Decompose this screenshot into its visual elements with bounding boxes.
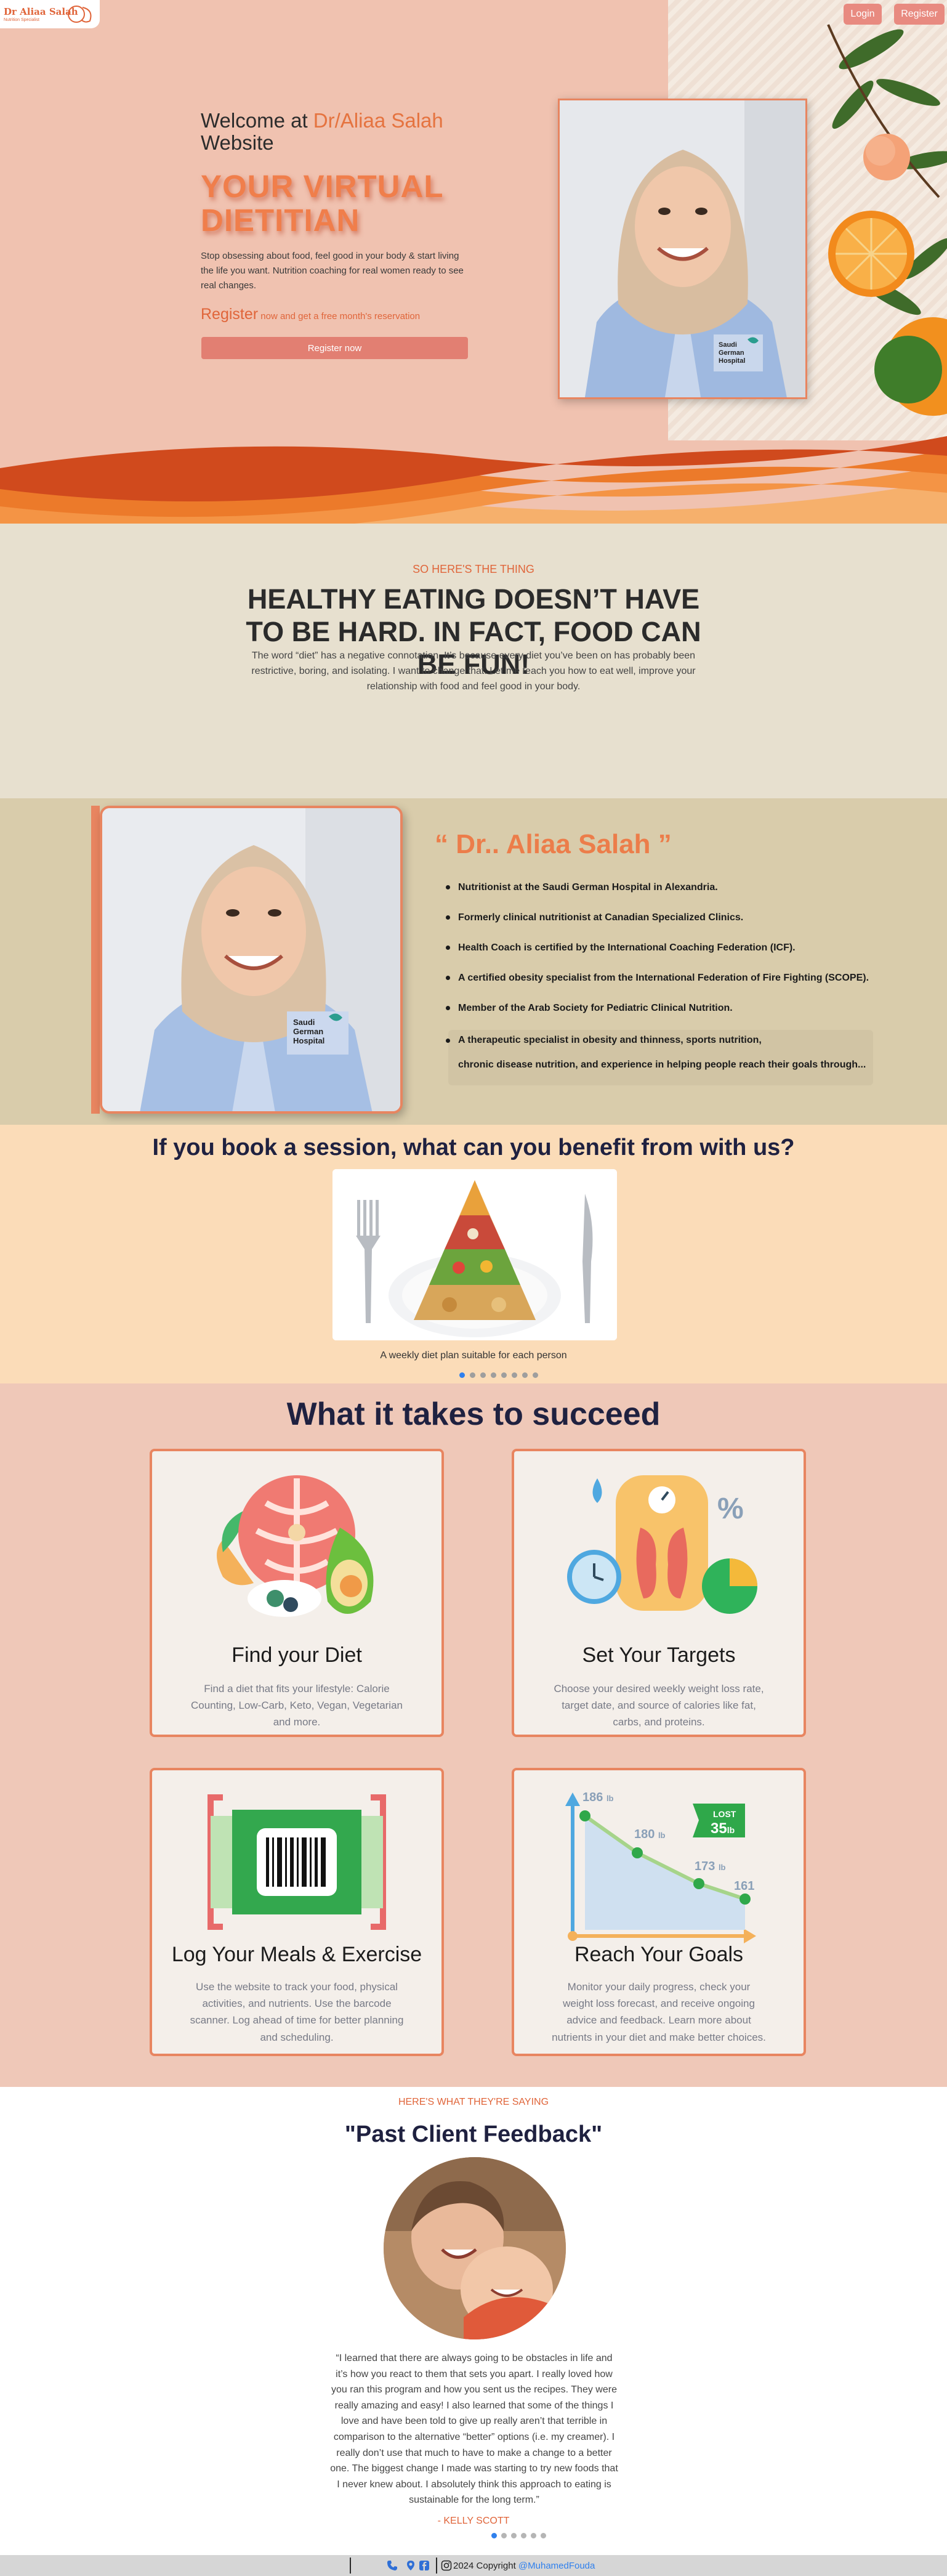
carousel-dot[interactable] xyxy=(491,1372,496,1378)
author-link[interactable]: @MuhamedFouda xyxy=(518,2561,595,2571)
phone-icon[interactable] xyxy=(387,2560,398,2571)
testimonial-section: HERE'S WHAT THEY'RE SAYING "Past Client … xyxy=(0,2087,947,2555)
card-title: Find your Diet xyxy=(232,1643,362,1667)
testimonial-kicker: HERE'S WHAT THEY'RE SAYING xyxy=(398,2097,549,2107)
svg-text:180 lb: 180 lb xyxy=(634,1828,666,1841)
barcode-scanner-illustration xyxy=(208,1794,386,1930)
register-offer: Register now and get a free month's rese… xyxy=(201,306,421,323)
testimonial-author: - KELLY SCOTT xyxy=(437,2516,510,2526)
hero-description: Stop obsessing about food, feel good in … xyxy=(201,251,464,291)
hero-title: YOUR VIRTUAL DIETITIAN xyxy=(201,169,444,238)
feature-card-find-diet: Find your Diet Find a diet that fits you… xyxy=(150,1449,444,1737)
client-avatar xyxy=(384,2157,566,2339)
card-title: Reach Your Goals xyxy=(574,1943,744,1966)
carousel-dot[interactable] xyxy=(531,2533,536,2538)
credential-item: A therapeutic specialist in obesity and … xyxy=(446,1035,762,1045)
credentials-list: Nutritionist at the Saudi German Hospita… xyxy=(443,872,874,1023)
benefits-carousel-indicators xyxy=(459,1372,538,1378)
about-section: Saudi German Hospital “ Dr.. Aliaa Salah… xyxy=(0,798,947,1125)
svg-text:Saudi: Saudi xyxy=(719,341,737,349)
carousel-dot[interactable] xyxy=(491,2533,497,2538)
carousel-dot[interactable] xyxy=(521,2533,526,2538)
credential-item: Nutritionist at the Saudi German Hospita… xyxy=(443,872,874,902)
register-button[interactable]: Register xyxy=(894,4,945,25)
card-title: Set Your Targets xyxy=(582,1643,736,1667)
benefits-title: If you book a session, what can you bene… xyxy=(152,1135,795,1160)
svg-text:German: German xyxy=(293,1027,323,1036)
facebook-icon[interactable] xyxy=(419,2560,430,2571)
carousel-dot[interactable] xyxy=(501,1372,507,1378)
card-title: Log Your Meals & Exercise xyxy=(171,1943,422,1966)
svg-text:186 lb: 186 lb xyxy=(582,1791,614,1804)
testimonial-carousel-indicators xyxy=(491,2533,546,2538)
credential-item-continued: chronic disease nutrition, and experienc… xyxy=(458,1059,866,1070)
succeed-section: What it takes to succeed Find your Diet … xyxy=(0,1383,947,2087)
carousel-dot[interactable] xyxy=(511,2533,517,2538)
intro-text: The word “diet” has a negative connotati… xyxy=(251,650,696,692)
feature-card-set-targets: % Set Your Targets Choose your desired w… xyxy=(512,1449,806,1737)
credential-item: A certified obesity specialist from the … xyxy=(443,963,874,993)
benefits-section: If you book a session, what can you bene… xyxy=(0,1125,947,1383)
carousel-dot[interactable] xyxy=(522,1372,528,1378)
carousel-dot[interactable] xyxy=(470,1372,475,1378)
welcome-heading: Welcome at Dr/Aliaa Salah Website xyxy=(201,109,443,155)
register-now-button[interactable]: Register now xyxy=(201,337,468,359)
feature-card-log-meals: Log Your Meals & Exercise Use the websit… xyxy=(150,1768,444,2056)
succeed-title: What it takes to succeed xyxy=(286,1396,661,1432)
credential-item: Health Coach is certified by the Interna… xyxy=(443,933,874,963)
feature-card-reach-goals: 186 lb 180 lb 173 lb 161 lb LOST 35lb Re… xyxy=(512,1768,806,2056)
carousel-slide-image[interactable] xyxy=(332,1169,617,1340)
svg-text:LOST: LOST xyxy=(713,1809,736,1819)
card-text: Monitor your daily progress, check your … xyxy=(552,1981,766,2043)
instagram-icon[interactable] xyxy=(441,2560,452,2571)
carousel-dot[interactable] xyxy=(541,2533,546,2538)
footer: 2024 Copyright @MuhamedFouda xyxy=(0,2555,947,2576)
svg-text:%: % xyxy=(717,1493,744,1525)
about-accent-bar xyxy=(91,806,100,1114)
card-text: Find a diet that fits your lifestyle: Ca… xyxy=(190,1683,403,1728)
about-doctor-name: “ Dr.. Aliaa Salah ” xyxy=(435,829,672,859)
svg-text:Hospital: Hospital xyxy=(719,357,745,365)
decorative-waves xyxy=(0,436,947,524)
logo-mark-icon xyxy=(68,6,92,23)
card-text: Use the website to track your food, phys… xyxy=(190,1981,404,2043)
svg-text:Hospital: Hospital xyxy=(293,1036,324,1045)
carousel-dot[interactable] xyxy=(459,1372,465,1378)
footer-divider xyxy=(350,2558,351,2574)
login-button[interactable]: Login xyxy=(844,4,882,25)
svg-text:German: German xyxy=(719,349,744,357)
doctor-name: Dr/Aliaa Salah xyxy=(313,109,443,132)
intro-kicker: SO HERE'S THE THING xyxy=(413,563,534,575)
intro-section: SO HERE'S THE THING HEALTHY EATING DOESN… xyxy=(0,524,947,798)
diet-food-illustration xyxy=(217,1475,374,1617)
svg-text:161 lb: 161 lb xyxy=(734,1879,757,1893)
footer-divider xyxy=(436,2558,437,2574)
testimonial-title: "Past Client Feedback" xyxy=(344,2121,603,2147)
credential-item: Formerly clinical nutritionist at Canadi… xyxy=(443,902,874,933)
card-text: Choose your desired weekly weight loss r… xyxy=(554,1683,764,1728)
hero-section: Welcome at Dr/Aliaa Salah Website YOUR V… xyxy=(0,0,947,524)
copyright-text: 2024 Copyright @MuhamedFouda xyxy=(453,2561,595,2571)
site-logo[interactable]: Dr Aliaa Salah Nutrition Specialist xyxy=(0,0,100,28)
svg-text:173 lb: 173 lb xyxy=(695,1860,726,1873)
carousel-dot[interactable] xyxy=(512,1372,517,1378)
carousel-caption: A weekly diet plan suitable for each per… xyxy=(380,1350,567,1361)
credential-item: Member of the Arab Society for Pediatric… xyxy=(443,993,874,1023)
carousel-dot[interactable] xyxy=(533,1372,538,1378)
weight-progress-illustration: 186 lb 180 lb 173 lb 161 lb LOST 35lb xyxy=(565,1791,757,1943)
svg-text:Saudi: Saudi xyxy=(293,1018,315,1027)
location-icon[interactable] xyxy=(405,2560,416,2571)
doctor-portrait: Saudi German Hospital xyxy=(558,99,807,399)
carousel-dot[interactable] xyxy=(480,1372,486,1378)
carousel-dot[interactable] xyxy=(501,2533,507,2538)
testimonial-quote: “I learned that there are always going t… xyxy=(330,2353,618,2506)
scale-illustration: % xyxy=(567,1475,757,1614)
about-doctor-photo: Saudi German Hospital xyxy=(100,806,403,1114)
